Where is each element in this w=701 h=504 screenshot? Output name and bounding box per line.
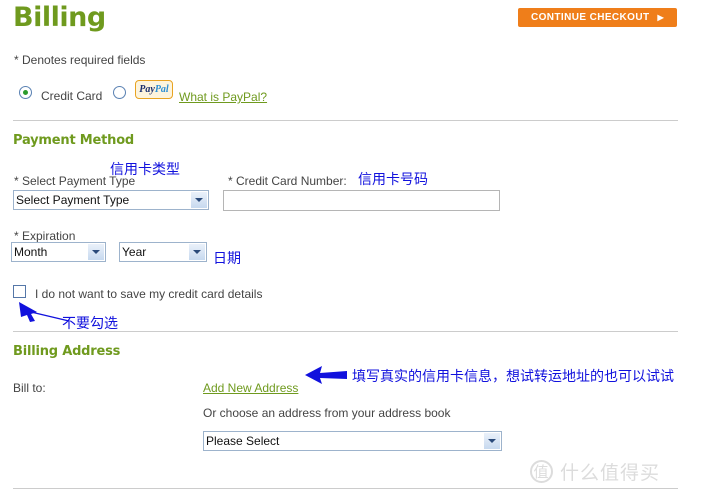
- expiration-month-wrap[interactable]: Month: [11, 242, 106, 262]
- do-not-save-card-checkbox[interactable]: [13, 285, 26, 298]
- do-not-save-card-label: I do not want to save my credit card det…: [35, 287, 263, 301]
- what-is-paypal-link[interactable]: What is PayPal?: [179, 90, 267, 104]
- continue-checkout-button[interactable]: CONTINUE CHECKOUT ▶: [518, 8, 677, 27]
- paypal-logo-icon: Pay Pal: [135, 80, 173, 99]
- arrow-right-icon: ▶: [657, 12, 665, 22]
- expiration-month-select[interactable]: Month: [11, 242, 106, 262]
- billing-page: Billing CONTINUE CHECKOUT ▶ * Denotes re…: [0, 0, 701, 504]
- annotation-do-not-check: 不要勾选: [62, 316, 118, 332]
- paypal-logo-pay: Pay: [139, 83, 155, 95]
- expiration-label: * Expiration: [14, 229, 76, 243]
- address-book-select-wrap[interactable]: Please Select: [203, 431, 502, 451]
- or-choose-address-text: Or choose an address from your address b…: [203, 406, 451, 420]
- credit-card-number-label: * Credit Card Number:: [228, 174, 347, 188]
- expiration-year-select[interactable]: Year: [119, 242, 207, 262]
- select-payment-type-label: * Select Payment Type: [14, 174, 136, 188]
- watermark-circle-icon: 值: [530, 460, 553, 483]
- radio-paypal[interactable]: [113, 86, 126, 99]
- annotation-fill-real-info: 填写真实的信用卡信息，想试转运地址的也可以试试: [352, 369, 674, 385]
- watermark-text: 什么值得买: [560, 462, 661, 484]
- add-new-address-link[interactable]: Add New Address: [203, 381, 298, 395]
- required-fields-note: * Denotes required fields: [14, 53, 146, 67]
- billing-address-section-title: Billing Address: [13, 344, 121, 359]
- address-book-select[interactable]: Please Select: [203, 431, 502, 451]
- paypal-logo-pal: Pal: [154, 83, 169, 95]
- annotation-expiry-date: 日期: [213, 251, 241, 267]
- divider-top: [13, 120, 678, 121]
- bill-to-label: Bill to:: [13, 381, 46, 395]
- annotation-card-number: 信用卡号码: [358, 172, 428, 188]
- continue-checkout-label: CONTINUE CHECKOUT: [530, 12, 650, 23]
- expiration-year-wrap[interactable]: Year: [119, 242, 207, 262]
- annotation-arrow-to-add-address: [305, 366, 347, 384]
- divider-middle: [13, 331, 678, 332]
- radio-credit-card[interactable]: [19, 86, 32, 99]
- credit-card-number-input[interactable]: [223, 190, 500, 211]
- payment-method-section-title: Payment Method: [13, 133, 135, 148]
- select-payment-type-wrap[interactable]: Select Payment Type: [13, 190, 209, 210]
- watermark: 值 什么值得买: [530, 458, 660, 485]
- page-title: Billing: [13, 2, 106, 33]
- select-payment-type[interactable]: Select Payment Type: [13, 190, 209, 210]
- divider-bottom: [13, 488, 678, 489]
- radio-credit-card-label: Credit Card: [41, 89, 103, 103]
